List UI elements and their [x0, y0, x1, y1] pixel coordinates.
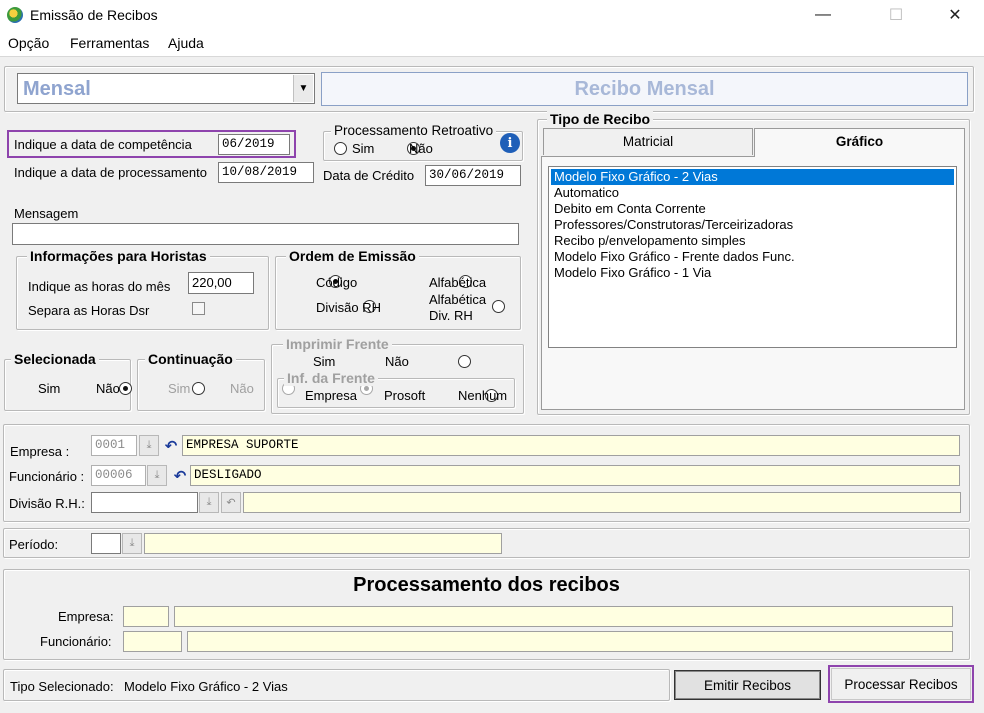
- inf-empresa-label: Empresa: [305, 388, 358, 403]
- proc-empresa-code: [123, 606, 169, 627]
- processar-recibos-button[interactable]: Processar Recibos: [831, 668, 971, 700]
- selecionada-nao-label: Não: [96, 381, 120, 396]
- retro-sim-radio[interactable]: [334, 142, 347, 155]
- retro-sim-label: Sim: [352, 141, 375, 156]
- proc-func-name: [187, 631, 953, 652]
- selecionada-sim-radio[interactable]: [118, 382, 132, 395]
- divisao-lookup-icon[interactable]: ⤓: [199, 492, 219, 513]
- menu-ajuda[interactable]: Ajuda: [168, 35, 204, 51]
- continuacao-legend: Continuação: [145, 351, 236, 367]
- func-code-input[interactable]: 00006: [91, 465, 146, 486]
- dsr-label: Separa as Horas Dsr: [28, 303, 150, 318]
- mensagem-input[interactable]: [12, 223, 519, 245]
- divisao-code-input[interactable]: [91, 492, 198, 513]
- selecionada-sim-label: Sim: [38, 381, 61, 396]
- horas-label: Indique as horas do mês: [28, 279, 171, 294]
- list-item[interactable]: Recibo p/envelopamento simples: [551, 233, 954, 249]
- empresa-code-input[interactable]: 0001: [91, 435, 137, 456]
- close-button[interactable]: ✕: [932, 0, 978, 30]
- credito-label: Data de Crédito: [323, 168, 415, 183]
- tab-matricial[interactable]: Matricial: [543, 128, 753, 155]
- mode-select-value: Mensal: [23, 78, 91, 100]
- continuacao-sim-label: Sim: [168, 381, 191, 396]
- proc-func-label: Funcionário:: [40, 634, 112, 649]
- tipo-list[interactable]: Modelo Fixo Gráfico - 2 Vias Automatico …: [548, 166, 957, 348]
- window-title: Emissão de Recibos: [30, 7, 158, 23]
- info-icon[interactable]: i: [500, 133, 520, 153]
- periodo-label: Período:: [9, 537, 59, 552]
- retro-legend: Processamento Retroativo: [331, 123, 497, 139]
- list-item[interactable]: Modelo Fixo Gráfico - Frente dados Func.: [551, 249, 954, 265]
- processamento-input[interactable]: 10/08/2019: [218, 162, 314, 183]
- minimize-button[interactable]: —: [800, 0, 846, 30]
- inf-frente-legend: Inf. da Frente: [284, 370, 378, 386]
- inf-prosoft-label: Prosoft: [384, 388, 426, 403]
- list-item[interactable]: Professores/Construtoras/Terceirizadoras: [551, 217, 954, 233]
- competencia-label: Indique a data de competência: [14, 137, 192, 152]
- tipo-legend: Tipo de Recibo: [547, 111, 654, 127]
- divisao-undo-icon[interactable]: ↶: [221, 492, 241, 513]
- func-lookup-icon[interactable]: ⤓: [147, 465, 167, 486]
- tab-grafico[interactable]: Gráfico: [754, 128, 965, 157]
- mode-select[interactable]: Mensal ▼: [17, 73, 315, 104]
- proc-empresa-label: Empresa:: [58, 609, 114, 624]
- inf-nenhum-label: Nenhum: [458, 388, 508, 403]
- ordem-legend: Ordem de Emissão: [286, 248, 419, 264]
- func-filter-label: Funcionário :: [9, 469, 85, 484]
- mensagem-label: Mensagem: [14, 206, 79, 221]
- func-name-input[interactable]: DESLIGADO: [190, 465, 960, 486]
- menu-ferramentas[interactable]: Ferramentas: [70, 35, 149, 51]
- periodo-lookup-icon[interactable]: ⤓: [122, 533, 142, 554]
- horistas-legend: Informações para Horistas: [27, 248, 210, 264]
- continuacao-nao-label: Não: [230, 381, 254, 396]
- periodo-code-input[interactable]: [91, 533, 121, 554]
- divisao-name-input[interactable]: [243, 492, 961, 513]
- periodo-name-input[interactable]: [144, 533, 502, 554]
- menu-opcao[interactable]: Opção: [8, 35, 49, 51]
- dsr-checkbox[interactable]: [192, 302, 205, 315]
- tipo-selecionado-value: Modelo Fixo Gráfico - 2 Vias: [124, 679, 288, 694]
- imprimir-legend: Imprimir Frente: [283, 336, 392, 352]
- empresa-lookup-icon[interactable]: ⤓: [139, 435, 159, 456]
- emitir-recibos-button[interactable]: Emitir Recibos: [674, 670, 821, 700]
- competencia-input[interactable]: 06/2019: [218, 134, 290, 155]
- recibo-banner: Recibo Mensal: [321, 72, 968, 106]
- empresa-undo-icon[interactable]: ↶: [161, 436, 181, 455]
- credito-input[interactable]: 30/06/2019: [425, 165, 521, 186]
- imprimir-nao-label: Não: [385, 354, 409, 369]
- empresa-name-input[interactable]: EMPRESA SUPORTE: [182, 435, 960, 456]
- list-item[interactable]: Debito em Conta Corrente: [551, 201, 954, 217]
- ordem-alfa-div-label-1: Alfabética: [429, 292, 487, 307]
- proc-func-code: [123, 631, 182, 652]
- tipo-selecionado-label: Tipo Selecionado:: [10, 679, 114, 694]
- proc-empresa-name: [174, 606, 953, 627]
- func-undo-icon[interactable]: ↶: [170, 466, 190, 485]
- horas-input[interactable]: 220,00: [188, 272, 254, 294]
- ordem-alfabetica-label: Alfabética: [429, 275, 487, 290]
- list-item[interactable]: Modelo Fixo Gráfico - 1 Via: [551, 265, 954, 281]
- ordem-alfa-div-label-2: Div. RH: [429, 308, 473, 323]
- empresa-filter-label: Empresa :: [10, 444, 70, 459]
- processamento-label: Indique a data de processamento: [14, 165, 207, 180]
- proc-title: Processamento dos recibos: [353, 574, 620, 596]
- retro-nao-label: Não: [409, 141, 433, 156]
- ordem-divisao-label: Divisão RH: [316, 300, 382, 315]
- maximize-button[interactable]: ☐: [873, 0, 919, 30]
- selecionada-legend: Selecionada: [11, 351, 99, 367]
- imprimir-sim-label: Sim: [313, 354, 336, 369]
- dropdown-arrow-icon[interactable]: ▼: [293, 75, 313, 102]
- app-icon: [7, 7, 23, 23]
- list-item[interactable]: Modelo Fixo Gráfico - 2 Vias: [551, 169, 954, 185]
- divisao-filter-label: Divisão R.H.:: [9, 496, 85, 511]
- ordem-codigo-label: Código: [316, 275, 358, 290]
- list-item[interactable]: Automatico: [551, 185, 954, 201]
